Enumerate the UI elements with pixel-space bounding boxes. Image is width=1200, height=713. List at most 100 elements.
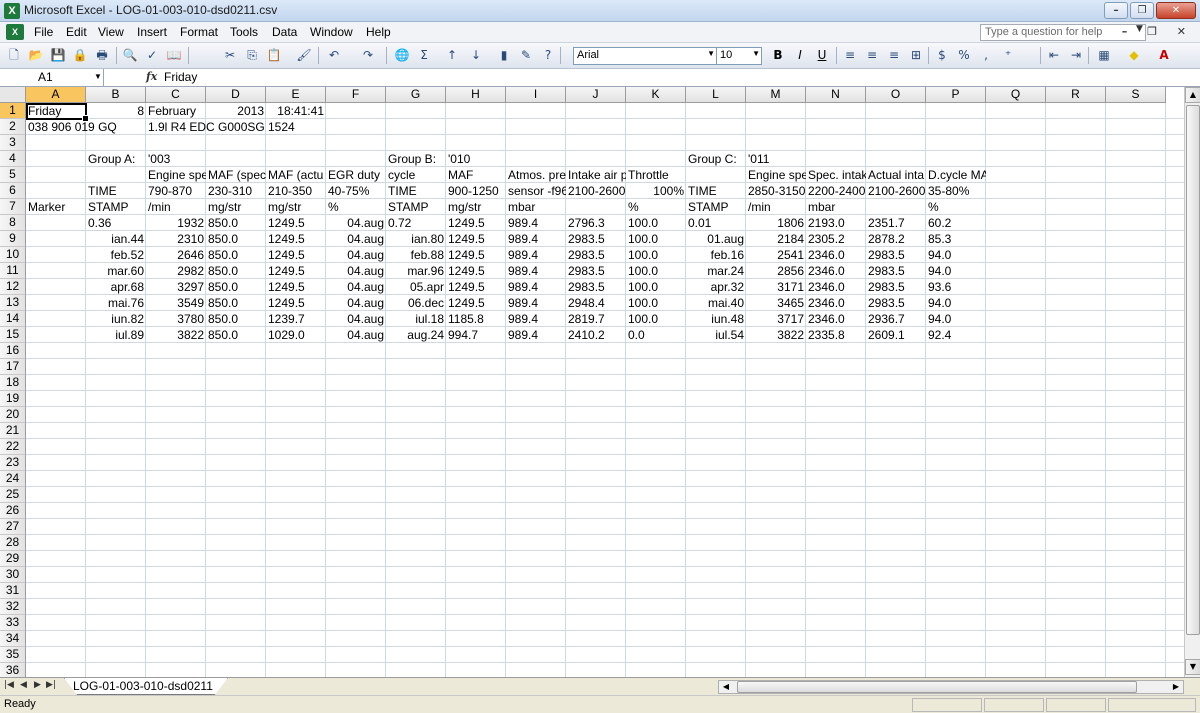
cell-l4[interactable]: Group C:: [686, 151, 746, 167]
cell-o11[interactable]: 2983.5: [866, 263, 926, 279]
row-header-29[interactable]: 29: [0, 551, 26, 567]
cell-f6[interactable]: 40-75%: [326, 183, 386, 199]
cell-j13[interactable]: 2948.4: [566, 295, 626, 311]
row-header-15[interactable]: 15: [0, 327, 26, 343]
cell-l11[interactable]: mar.24: [686, 263, 746, 279]
cell-p15[interactable]: 92.4: [926, 327, 986, 343]
cell-e1[interactable]: 18:41:41: [266, 103, 326, 119]
prev-sheet-icon[interactable]: ◀: [20, 680, 27, 690]
chevron-down-icon[interactable]: ▼: [752, 49, 760, 58]
menu-insert[interactable]: Insert: [137, 25, 167, 39]
cell-b15[interactable]: iul.89: [86, 327, 146, 343]
cell-e2[interactable]: 1524: [266, 119, 326, 135]
cell-g10[interactable]: feb.88: [386, 247, 446, 263]
cell-n11[interactable]: 2346.0: [806, 263, 866, 279]
row-header-20[interactable]: 20: [0, 407, 26, 423]
decrease-indent-icon[interactable]: ⇤: [1046, 47, 1062, 63]
cell-n9[interactable]: 2305.2: [806, 231, 866, 247]
row-header-35[interactable]: 35: [0, 647, 26, 663]
cell-m8[interactable]: 1806: [746, 215, 806, 231]
cell-e13[interactable]: 1249.5: [266, 295, 326, 311]
cell-l7[interactable]: STAMP: [686, 199, 746, 215]
spreadsheet-grid[interactable]: Friday 8 February 2013 18:41:41 038 906 019 G…: [0, 87, 1184, 677]
menu-format[interactable]: Format: [180, 25, 218, 39]
borders-icon[interactable]: ▦: [1096, 47, 1112, 63]
cell-b12[interactable]: apr.68: [86, 279, 146, 295]
bold-icon[interactable]: B: [770, 47, 786, 63]
cell-k11[interactable]: 100.0: [626, 263, 686, 279]
cell-k14[interactable]: 100.0: [626, 311, 686, 327]
cell-b14[interactable]: iun.82: [86, 311, 146, 327]
font-size-select[interactable]: 10 ▼: [716, 47, 762, 65]
cell-o5[interactable]: Actual inta: [866, 167, 926, 183]
row-header-8[interactable]: 8: [0, 215, 26, 231]
cell-c2[interactable]: 1.9l R4 EDC G000SG: [146, 119, 266, 135]
cell-f15[interactable]: 04.aug: [326, 327, 386, 343]
row-header-18[interactable]: 18: [0, 375, 26, 391]
menu-help[interactable]: Help: [366, 25, 391, 39]
cell-j12[interactable]: 2983.5: [566, 279, 626, 295]
cell-n7[interactable]: mbar: [806, 199, 866, 215]
cell-o9[interactable]: 2878.2: [866, 231, 926, 247]
font-color-icon[interactable]: A: [1156, 47, 1172, 63]
cell-m15[interactable]: 3822: [746, 327, 806, 343]
cell-m11[interactable]: 2856: [746, 263, 806, 279]
cell-a1[interactable]: Friday: [26, 103, 86, 119]
cell-p13[interactable]: 94.0: [926, 295, 986, 311]
row-header-1[interactable]: 1: [0, 103, 26, 119]
increase-decimal-icon[interactable]: ⁺: [1000, 47, 1016, 63]
column-header-m[interactable]: M: [746, 87, 806, 103]
row-header-26[interactable]: 26: [0, 503, 26, 519]
row-header-24[interactable]: 24: [0, 471, 26, 487]
cell-j9[interactable]: 2983.5: [566, 231, 626, 247]
cell-h7[interactable]: mg/str: [446, 199, 506, 215]
row-header-3[interactable]: 3: [0, 135, 26, 151]
cell-e15[interactable]: 1029.0: [266, 327, 326, 343]
cell-f5[interactable]: EGR duty: [326, 167, 386, 183]
cell-g7[interactable]: STAMP: [386, 199, 446, 215]
cell-l8[interactable]: 0.01: [686, 215, 746, 231]
column-header-k[interactable]: K: [626, 87, 686, 103]
close-button[interactable]: ✕: [1156, 2, 1196, 19]
cell-k15[interactable]: 0.0: [626, 327, 686, 343]
row-header-11[interactable]: 11: [0, 263, 26, 279]
menu-tools[interactable]: Tools: [230, 25, 258, 39]
autosum-icon[interactable]: Σ: [416, 47, 432, 63]
cell-l13[interactable]: mai.40: [686, 295, 746, 311]
cell-e11[interactable]: 1249.5: [266, 263, 326, 279]
cell-k10[interactable]: 100.0: [626, 247, 686, 263]
drawing-icon[interactable]: ✎: [518, 47, 534, 63]
cell-c15[interactable]: 3822: [146, 327, 206, 343]
cell-g12[interactable]: 05.apr: [386, 279, 446, 295]
permission-icon[interactable]: 🔒: [72, 47, 88, 63]
cell-b10[interactable]: feb.52: [86, 247, 146, 263]
cell-p8[interactable]: 60.2: [926, 215, 986, 231]
row-header-6[interactable]: 6: [0, 183, 26, 199]
open-icon[interactable]: 📂: [28, 47, 44, 63]
underline-icon[interactable]: U: [814, 47, 830, 63]
cell-j6[interactable]: 2100-2600: [566, 183, 626, 199]
research-icon[interactable]: 📖: [166, 47, 182, 63]
column-header-l[interactable]: L: [686, 87, 746, 103]
cell-n15[interactable]: 2335.8: [806, 327, 866, 343]
cell-c14[interactable]: 3780: [146, 311, 206, 327]
cell-d1[interactable]: 2013: [206, 103, 266, 119]
cell-n10[interactable]: 2346.0: [806, 247, 866, 263]
cell-h10[interactable]: 1249.5: [446, 247, 506, 263]
cell-n5[interactable]: Spec. intak: [806, 167, 866, 183]
cell-j5[interactable]: Intake air p: [566, 167, 626, 183]
cell-g15[interactable]: aug.24: [386, 327, 446, 343]
sheet-tab[interactable]: LOG-01-003-010-dsd0211: [64, 678, 228, 695]
cell-c10[interactable]: 2646: [146, 247, 206, 263]
row-header-14[interactable]: 14: [0, 311, 26, 327]
cell-g8[interactable]: 0.72: [386, 215, 446, 231]
last-sheet-icon[interactable]: ▶|: [46, 680, 56, 690]
row-header-10[interactable]: 10: [0, 247, 26, 263]
sort-ascending-icon[interactable]: ↑: [444, 47, 460, 63]
cell-l14[interactable]: iun.48: [686, 311, 746, 327]
scroll-down-icon[interactable]: ▼: [1185, 659, 1200, 675]
column-header-j[interactable]: J: [566, 87, 626, 103]
cut-icon[interactable]: ✂: [222, 47, 238, 63]
increase-indent-icon[interactable]: ⇥: [1068, 47, 1084, 63]
menu-file[interactable]: File: [34, 25, 53, 39]
